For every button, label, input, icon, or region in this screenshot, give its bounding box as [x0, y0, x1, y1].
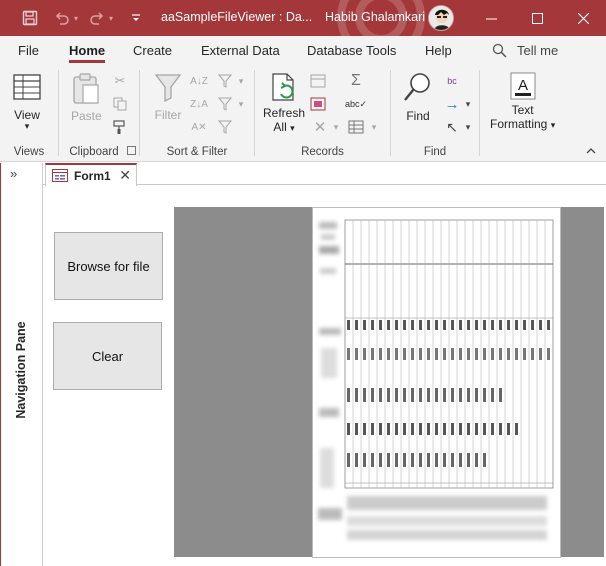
- collapse-ribbon-icon[interactable]: [586, 145, 596, 157]
- text-formatting-line2-wrap: Formatting ▾: [490, 117, 555, 131]
- cut-icon[interactable]: ✂: [111, 72, 129, 90]
- refresh-sub-label: All ▾: [273, 120, 294, 134]
- close-button[interactable]: [560, 0, 606, 36]
- tab-home[interactable]: Home: [69, 43, 106, 63]
- clear-button[interactable]: Clear: [53, 322, 162, 390]
- svg-text:A: A: [518, 77, 528, 94]
- new-record-icon[interactable]: [309, 72, 327, 90]
- paste-label: Paste: [71, 109, 102, 123]
- refresh-label: Refresh: [263, 106, 306, 120]
- format-painter-icon[interactable]: [111, 118, 129, 136]
- undo-icon[interactable]: [52, 8, 72, 28]
- document-table-image: [318, 219, 554, 540]
- redo-dropdown-icon[interactable]: ▾: [105, 8, 117, 28]
- tab-file[interactable]: File: [18, 43, 39, 58]
- browse-for-file-button[interactable]: Browse for file: [54, 232, 163, 300]
- text-formatting-group: A Text Formatting ▾: [480, 66, 570, 160]
- lightbulb-search-icon: [492, 43, 507, 58]
- replace-icon[interactable]: bc: [443, 72, 461, 90]
- paste-button[interactable]: Paste: [71, 72, 102, 123]
- maximize-button[interactable]: [514, 0, 560, 36]
- find-group-label: Find: [423, 146, 447, 158]
- sort-ascending-icon[interactable]: A↓Z: [190, 72, 208, 90]
- select-dropdown-icon[interactable]: ▾: [459, 118, 477, 136]
- minimize-button[interactable]: [468, 0, 514, 36]
- expand-nav-icon[interactable]: »: [10, 166, 17, 181]
- refresh-all-button[interactable]: Refresh All ▾: [263, 72, 305, 134]
- selection-dropdown-icon[interactable]: ▾: [232, 72, 250, 90]
- sort-descending-icon[interactable]: Z↓A: [190, 95, 208, 113]
- find-button[interactable]: Find: [403, 72, 433, 123]
- navigation-pane[interactable]: » Navigation Pane: [0, 163, 43, 566]
- save-record-icon[interactable]: [309, 95, 327, 113]
- views-group: View ▾ Views: [0, 66, 58, 160]
- find-label: Find: [406, 109, 430, 123]
- records-group: Refresh All ▾ ✕ ▾ Σ abc✓ ▾ Records: [255, 66, 390, 160]
- refresh-icon: [272, 73, 294, 101]
- filter-label: Filter: [154, 108, 182, 122]
- records-group-label: Records: [301, 146, 344, 158]
- views-group-label: Views: [13, 146, 45, 158]
- go-to-dropdown-icon[interactable]: ▾: [459, 95, 477, 113]
- sort-filter-group: Filter A↓Z Z↓A A✕ ▾ ▾ Sort & Filter: [140, 66, 254, 160]
- filter-button[interactable]: Filter: [154, 72, 182, 122]
- view-button[interactable]: View ▾: [12, 72, 42, 131]
- form-body: Browse for file Clear: [43, 186, 606, 566]
- remove-sort-icon[interactable]: A✕: [190, 118, 208, 136]
- form-icon: [52, 169, 68, 182]
- close-tab-icon[interactable]: ✕: [119, 167, 131, 184]
- tab-database-tools[interactable]: Database Tools: [307, 43, 396, 58]
- text-formatting-button[interactable]: A Text Formatting ▾: [490, 72, 555, 131]
- text-formatting-dropdown-icon: ▾: [550, 120, 556, 130]
- delete-dropdown-icon[interactable]: ▾: [327, 118, 345, 136]
- advanced-dropdown-icon[interactable]: ▾: [232, 95, 250, 113]
- sort-filter-group-label: Sort & Filter: [166, 146, 228, 158]
- customize-toolbar-icon[interactable]: [126, 8, 146, 28]
- find-group: Find bc → ▾ ↖ ▾ Find: [391, 66, 479, 160]
- save-icon[interactable]: [20, 8, 40, 28]
- view-dropdown-icon: ▾: [24, 121, 30, 131]
- undo-dropdown-icon[interactable]: ▾: [70, 8, 82, 28]
- spelling-icon[interactable]: abc✓: [345, 95, 367, 113]
- ribbon: View ▾ Views Paste ✂ Clipboard Filter A↓…: [0, 64, 606, 162]
- ribbon-tabs: File Home Create External Data Database …: [0, 36, 606, 64]
- redo-icon[interactable]: [87, 8, 107, 28]
- text-formatting-line2: Formatting: [490, 117, 548, 131]
- copy-icon[interactable]: [111, 95, 129, 113]
- refresh-all-label: All: [273, 120, 287, 134]
- tab-form1[interactable]: Form1 ✕: [45, 163, 137, 186]
- tab-form1-label: Form1: [74, 168, 111, 183]
- filter-icon: [154, 74, 182, 102]
- text-formatting-line1: Text: [511, 103, 534, 117]
- more-records-icon[interactable]: [347, 118, 365, 136]
- tell-me-box[interactable]: Tell me: [492, 43, 558, 58]
- navigation-pane-label: Navigation Pane: [14, 321, 28, 419]
- view-icon: [13, 74, 41, 100]
- user-name[interactable]: Habib Ghalamkari: [325, 10, 425, 24]
- clipboard-launcher-icon[interactable]: [127, 146, 136, 155]
- clipboard-group: Paste ✂ Clipboard: [59, 66, 139, 160]
- window-title: aaSampleFileViewer : Da...: [161, 10, 313, 24]
- clipboard-group-label: Clipboard: [69, 146, 119, 158]
- view-label: View: [14, 108, 40, 122]
- tell-me-label: Tell me: [517, 43, 559, 58]
- totals-icon[interactable]: Σ: [347, 72, 365, 90]
- tab-external-data[interactable]: External Data: [201, 43, 280, 58]
- document-tabs: Form1 ✕: [43, 163, 606, 186]
- file-viewer[interactable]: [174, 207, 604, 557]
- magnifier-icon: [404, 73, 430, 101]
- avatar[interactable]: [428, 5, 454, 31]
- refresh-dropdown-icon: ▾: [290, 123, 295, 133]
- tab-help[interactable]: Help: [425, 43, 452, 58]
- more-dropdown-icon[interactable]: ▾: [365, 118, 383, 136]
- toggle-filter-icon[interactable]: [216, 118, 234, 136]
- title-bar: ▾ ▾ aaSampleFileViewer : Da... Habib Gha…: [0, 0, 606, 36]
- paste-icon: [73, 73, 99, 104]
- tab-create[interactable]: Create: [133, 43, 172, 58]
- document-preview: [313, 208, 560, 557]
- font-color-icon: A: [510, 72, 536, 100]
